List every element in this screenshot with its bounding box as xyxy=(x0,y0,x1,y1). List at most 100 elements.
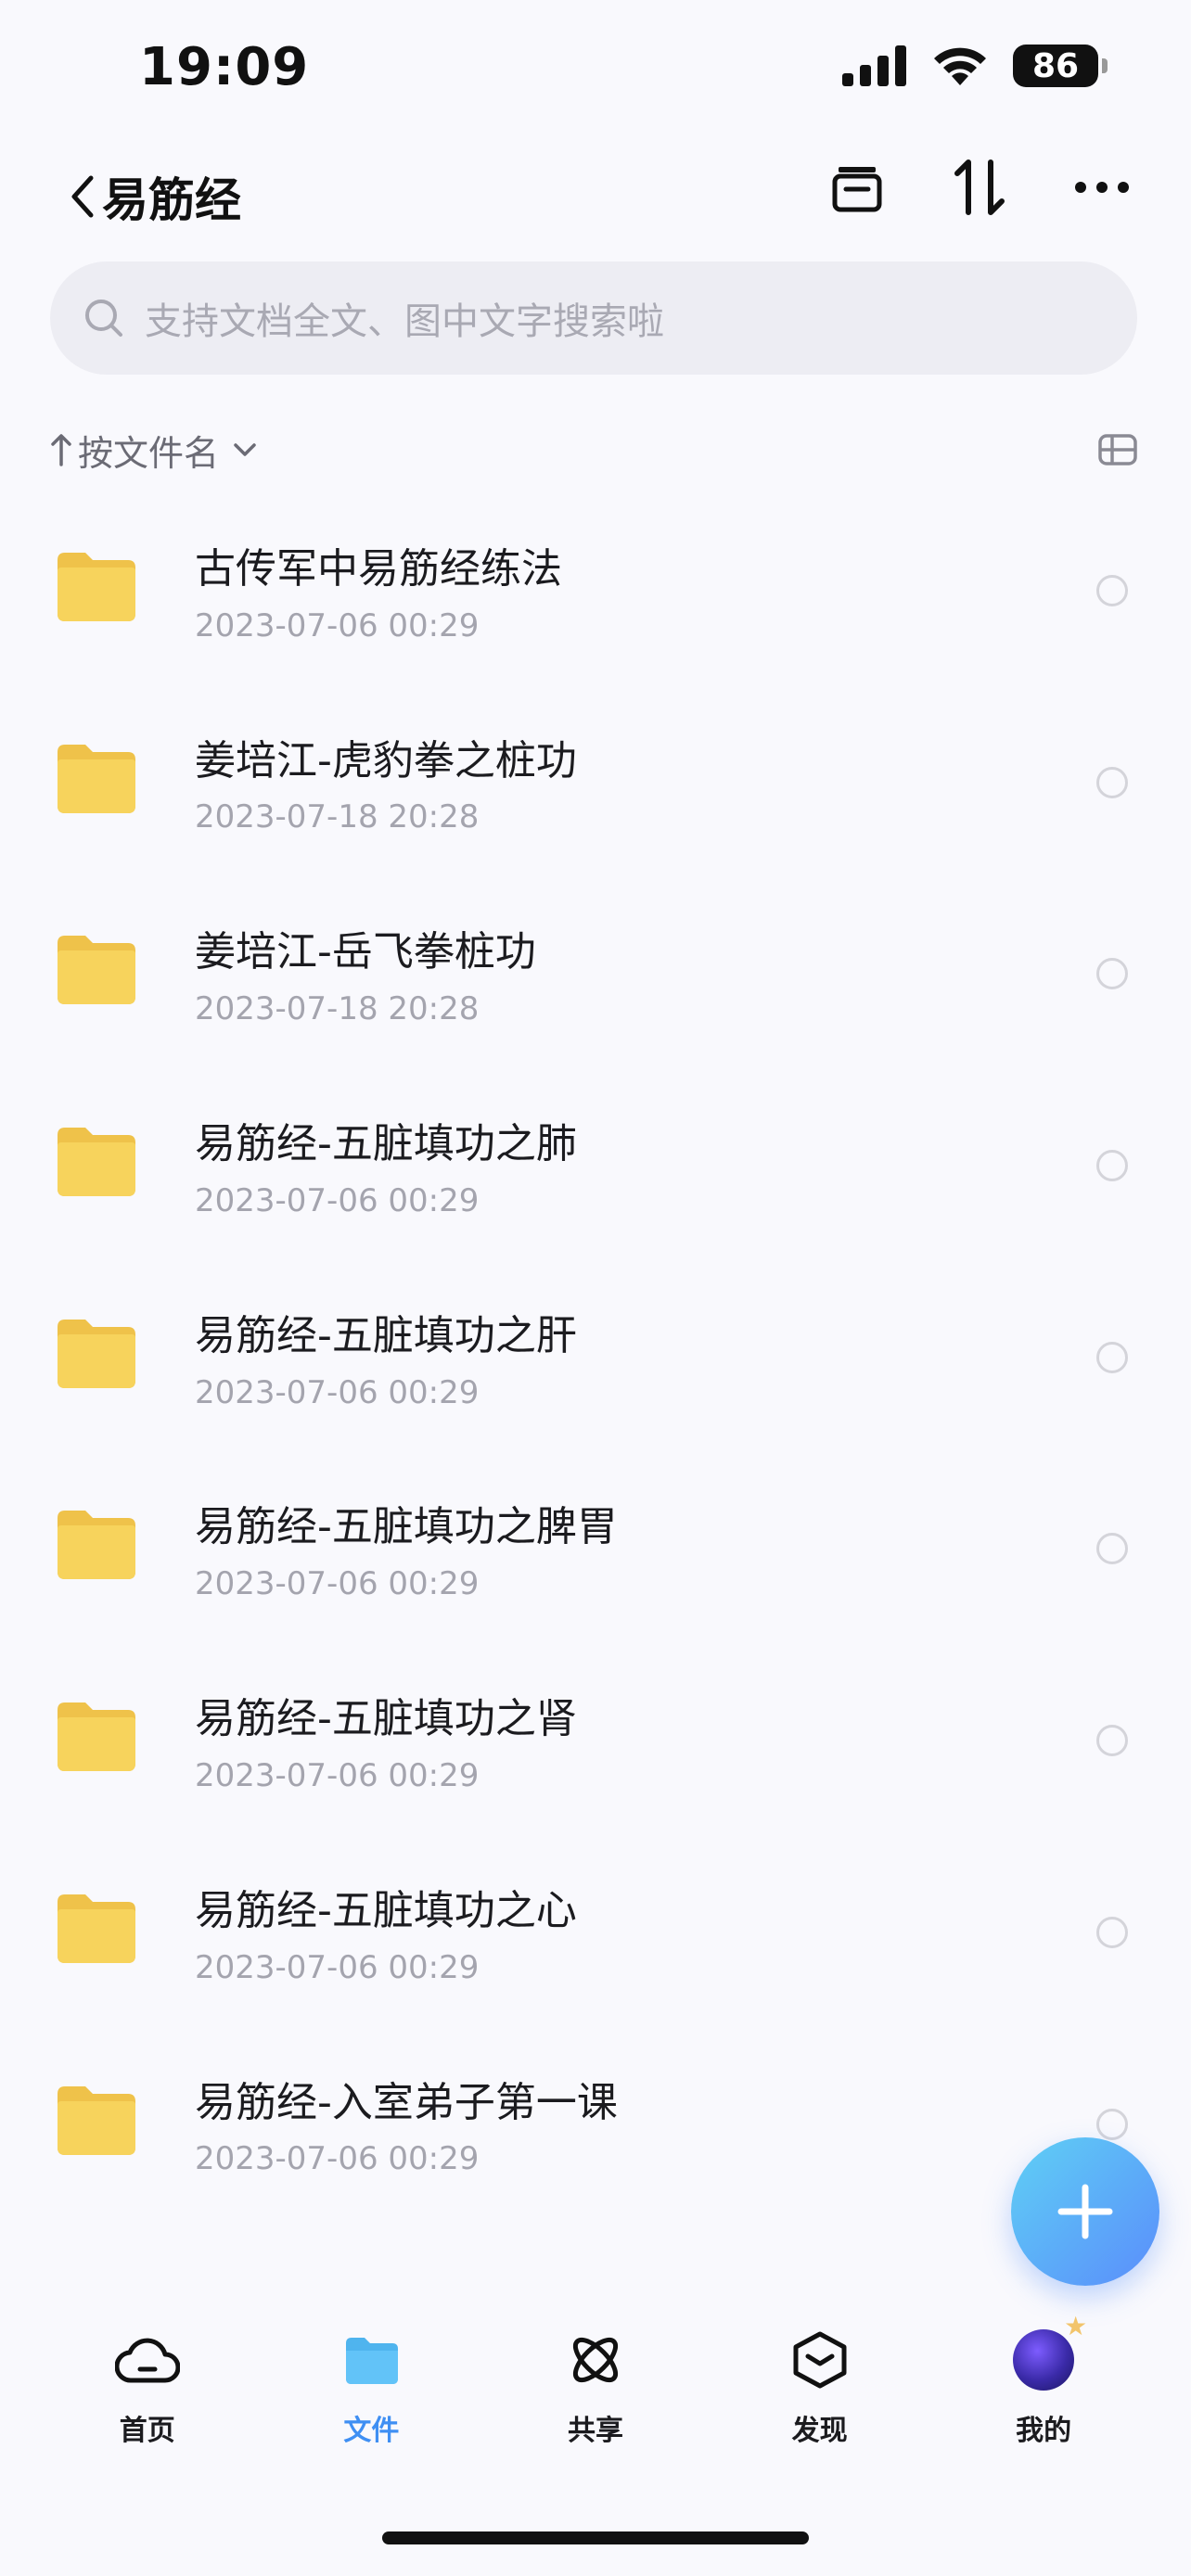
list-view-icon xyxy=(1098,434,1137,465)
more-icon xyxy=(1075,182,1129,193)
select-checkbox[interactable] xyxy=(1096,958,1128,990)
file-list: 古传军中易筋经练法 2023-07-06 00:29 姜培江-虎豹拳之桩功 20… xyxy=(0,491,1191,2216)
select-checkbox[interactable] xyxy=(1096,766,1128,798)
file-date: 2023-07-06 00:29 xyxy=(195,2140,480,2178)
file-row[interactable]: 易筋经-五脏填功之脾胃 2023-07-06 00:29 xyxy=(0,1449,1191,1641)
select-checkbox[interactable] xyxy=(1096,2108,1128,2140)
file-row[interactable]: 古传军中易筋经练法 2023-07-06 00:29 xyxy=(0,491,1191,683)
file-date: 2023-07-06 00:29 xyxy=(195,1181,480,1219)
back-button[interactable]: 易筋经 xyxy=(69,163,241,230)
file-date: 2023-07-06 00:29 xyxy=(195,1565,480,1603)
file-text: 易筋经-五脏填功之肾 2023-07-06 00:29 xyxy=(195,1695,577,1794)
file-row[interactable]: 易筋经-五脏填功之肺 2023-07-06 00:29 xyxy=(0,1066,1191,1258)
chevron-left-icon xyxy=(71,175,94,218)
signal-icon xyxy=(842,45,906,86)
file-date: 2023-07-06 00:29 xyxy=(195,606,480,644)
tab-discover[interactable]: 发现 xyxy=(727,2327,913,2448)
chevron-down-icon xyxy=(234,443,256,456)
file-name: 易筋经-五脏填功之肾 xyxy=(195,1695,577,1743)
status-time: 19:09 xyxy=(139,37,310,97)
folder-icon xyxy=(58,553,135,621)
home-indicator xyxy=(382,2531,809,2544)
page-title: 易筋经 xyxy=(102,173,241,227)
search-icon xyxy=(85,300,122,337)
file-row[interactable]: 易筋经-五脏填功之心 2023-07-06 00:29 xyxy=(0,1833,1191,2025)
folder-icon xyxy=(58,1319,135,1388)
folder-icon xyxy=(58,1511,135,1580)
file-row[interactable]: 易筋经-入室弟子第一课 2023-07-06 00:29 xyxy=(0,2025,1191,2217)
file-text: 易筋经-五脏填功之脾胃 2023-07-06 00:29 xyxy=(195,1503,618,1602)
file-row[interactable]: 姜培江-虎豹拳之桩功 2023-07-18 20:28 xyxy=(0,683,1191,875)
file-row[interactable]: 易筋经-五脏填功之肝 2023-07-06 00:29 xyxy=(0,1258,1191,1450)
search-input[interactable]: 支持文档全文、图中文字搜索啦 xyxy=(50,261,1137,375)
file-name: 古传军中易筋经练法 xyxy=(195,545,562,593)
file-date: 2023-07-06 00:29 xyxy=(195,1373,480,1411)
file-name: 易筋经-五脏填功之心 xyxy=(195,1886,577,1934)
file-name: 易筋经-五脏填功之脾胃 xyxy=(195,1503,618,1551)
file-date: 2023-07-06 00:29 xyxy=(195,1756,480,1794)
select-checkbox[interactable] xyxy=(1096,1341,1128,1373)
select-checkbox[interactable] xyxy=(1096,1725,1128,1757)
tab-home-label: 首页 xyxy=(119,2415,175,2447)
battery-indicator: 86 xyxy=(1013,45,1108,87)
file-name: 易筋经-五脏填功之肺 xyxy=(195,1120,577,1168)
file-text: 易筋经-入室弟子第一课 2023-07-06 00:29 xyxy=(195,2079,618,2178)
status-bar: 19:09 86 xyxy=(0,0,1191,139)
sort-label: 按文件名 xyxy=(78,432,220,474)
file-name: 姜培江-岳飞拳桩功 xyxy=(195,928,536,976)
file-text: 姜培江-虎豹拳之桩功 2023-07-18 20:28 xyxy=(195,737,577,836)
archive-icon xyxy=(832,167,882,212)
file-date: 2023-07-18 20:28 xyxy=(195,798,480,836)
select-checkbox[interactable] xyxy=(1096,1533,1128,1565)
file-name: 姜培江-虎豹拳之桩功 xyxy=(195,736,577,784)
sort-by-name-button[interactable]: 按文件名 xyxy=(50,425,258,476)
arrow-up-icon xyxy=(51,434,71,466)
folder-icon xyxy=(346,2338,399,2384)
file-text: 易筋经-五脏填功之肺 2023-07-06 00:29 xyxy=(195,1120,577,1219)
tab-me-label: 我的 xyxy=(1016,2415,1072,2447)
file-text: 姜培江-岳飞拳桩功 2023-07-18 20:28 xyxy=(195,928,536,1027)
tab-me[interactable]: 我的 xyxy=(951,2311,1136,2448)
file-date: 2023-07-18 20:28 xyxy=(195,990,480,1028)
add-button[interactable] xyxy=(1011,2137,1159,2286)
sort-arrows-icon xyxy=(954,159,1005,215)
file-text: 易筋经-五脏填功之心 2023-07-06 00:29 xyxy=(195,1887,577,1986)
archive-button[interactable] xyxy=(827,158,887,217)
avatar xyxy=(1013,2311,1087,2391)
file-name: 易筋经-入室弟子第一课 xyxy=(195,2078,618,2126)
file-row[interactable]: 易筋经-五脏填功之肾 2023-07-06 00:29 xyxy=(0,1641,1191,1833)
battery-level: 86 xyxy=(1031,46,1080,85)
file-text: 古传军中易筋经练法 2023-07-06 00:29 xyxy=(195,545,562,644)
folder-icon xyxy=(58,2085,135,2155)
folder-icon xyxy=(58,936,135,1005)
tab-bar: 首页 文件 共享 发现 ★ 我的 xyxy=(0,2311,1191,2476)
plus-icon xyxy=(1057,2184,1113,2239)
select-checkbox[interactable] xyxy=(1096,1916,1128,1948)
sort-row: 按文件名 xyxy=(50,422,1141,478)
file-date: 2023-07-06 00:29 xyxy=(195,1948,480,1986)
page: 19:09 86 易筋经 支持文档全文、图中文字搜索啦 按文件名 古传军中易筋经… xyxy=(0,0,1191,2576)
tab-share-label: 共享 xyxy=(567,2415,623,2447)
select-checkbox[interactable] xyxy=(1096,575,1128,606)
tab-files[interactable]: 文件 xyxy=(278,2327,464,2448)
view-mode-button[interactable] xyxy=(1095,427,1141,473)
sort-order-button[interactable] xyxy=(950,158,1009,217)
folder-icon xyxy=(58,1702,135,1772)
cloud-icon xyxy=(114,2338,180,2383)
tab-home[interactable]: 首页 xyxy=(55,2327,240,2448)
nav-bar: 易筋经 xyxy=(0,148,1191,241)
select-checkbox[interactable] xyxy=(1096,1150,1128,1182)
status-icons: 86 xyxy=(842,45,1108,87)
tab-share[interactable]: 共享 xyxy=(503,2327,688,2448)
folder-icon xyxy=(58,1894,135,1963)
file-name: 易筋经-五脏填功之肝 xyxy=(195,1311,577,1359)
more-button[interactable] xyxy=(1072,158,1132,217)
file-row[interactable]: 姜培江-岳飞拳桩功 2023-07-18 20:28 xyxy=(0,874,1191,1066)
tab-files-label: 文件 xyxy=(343,2415,400,2447)
folder-icon xyxy=(58,744,135,813)
nav-actions xyxy=(827,158,1132,217)
orbit-icon xyxy=(572,2337,619,2383)
search-placeholder: 支持文档全文、图中文字搜索啦 xyxy=(145,300,664,343)
cube-icon xyxy=(793,2331,847,2389)
tab-discover-label: 发现 xyxy=(791,2415,848,2447)
